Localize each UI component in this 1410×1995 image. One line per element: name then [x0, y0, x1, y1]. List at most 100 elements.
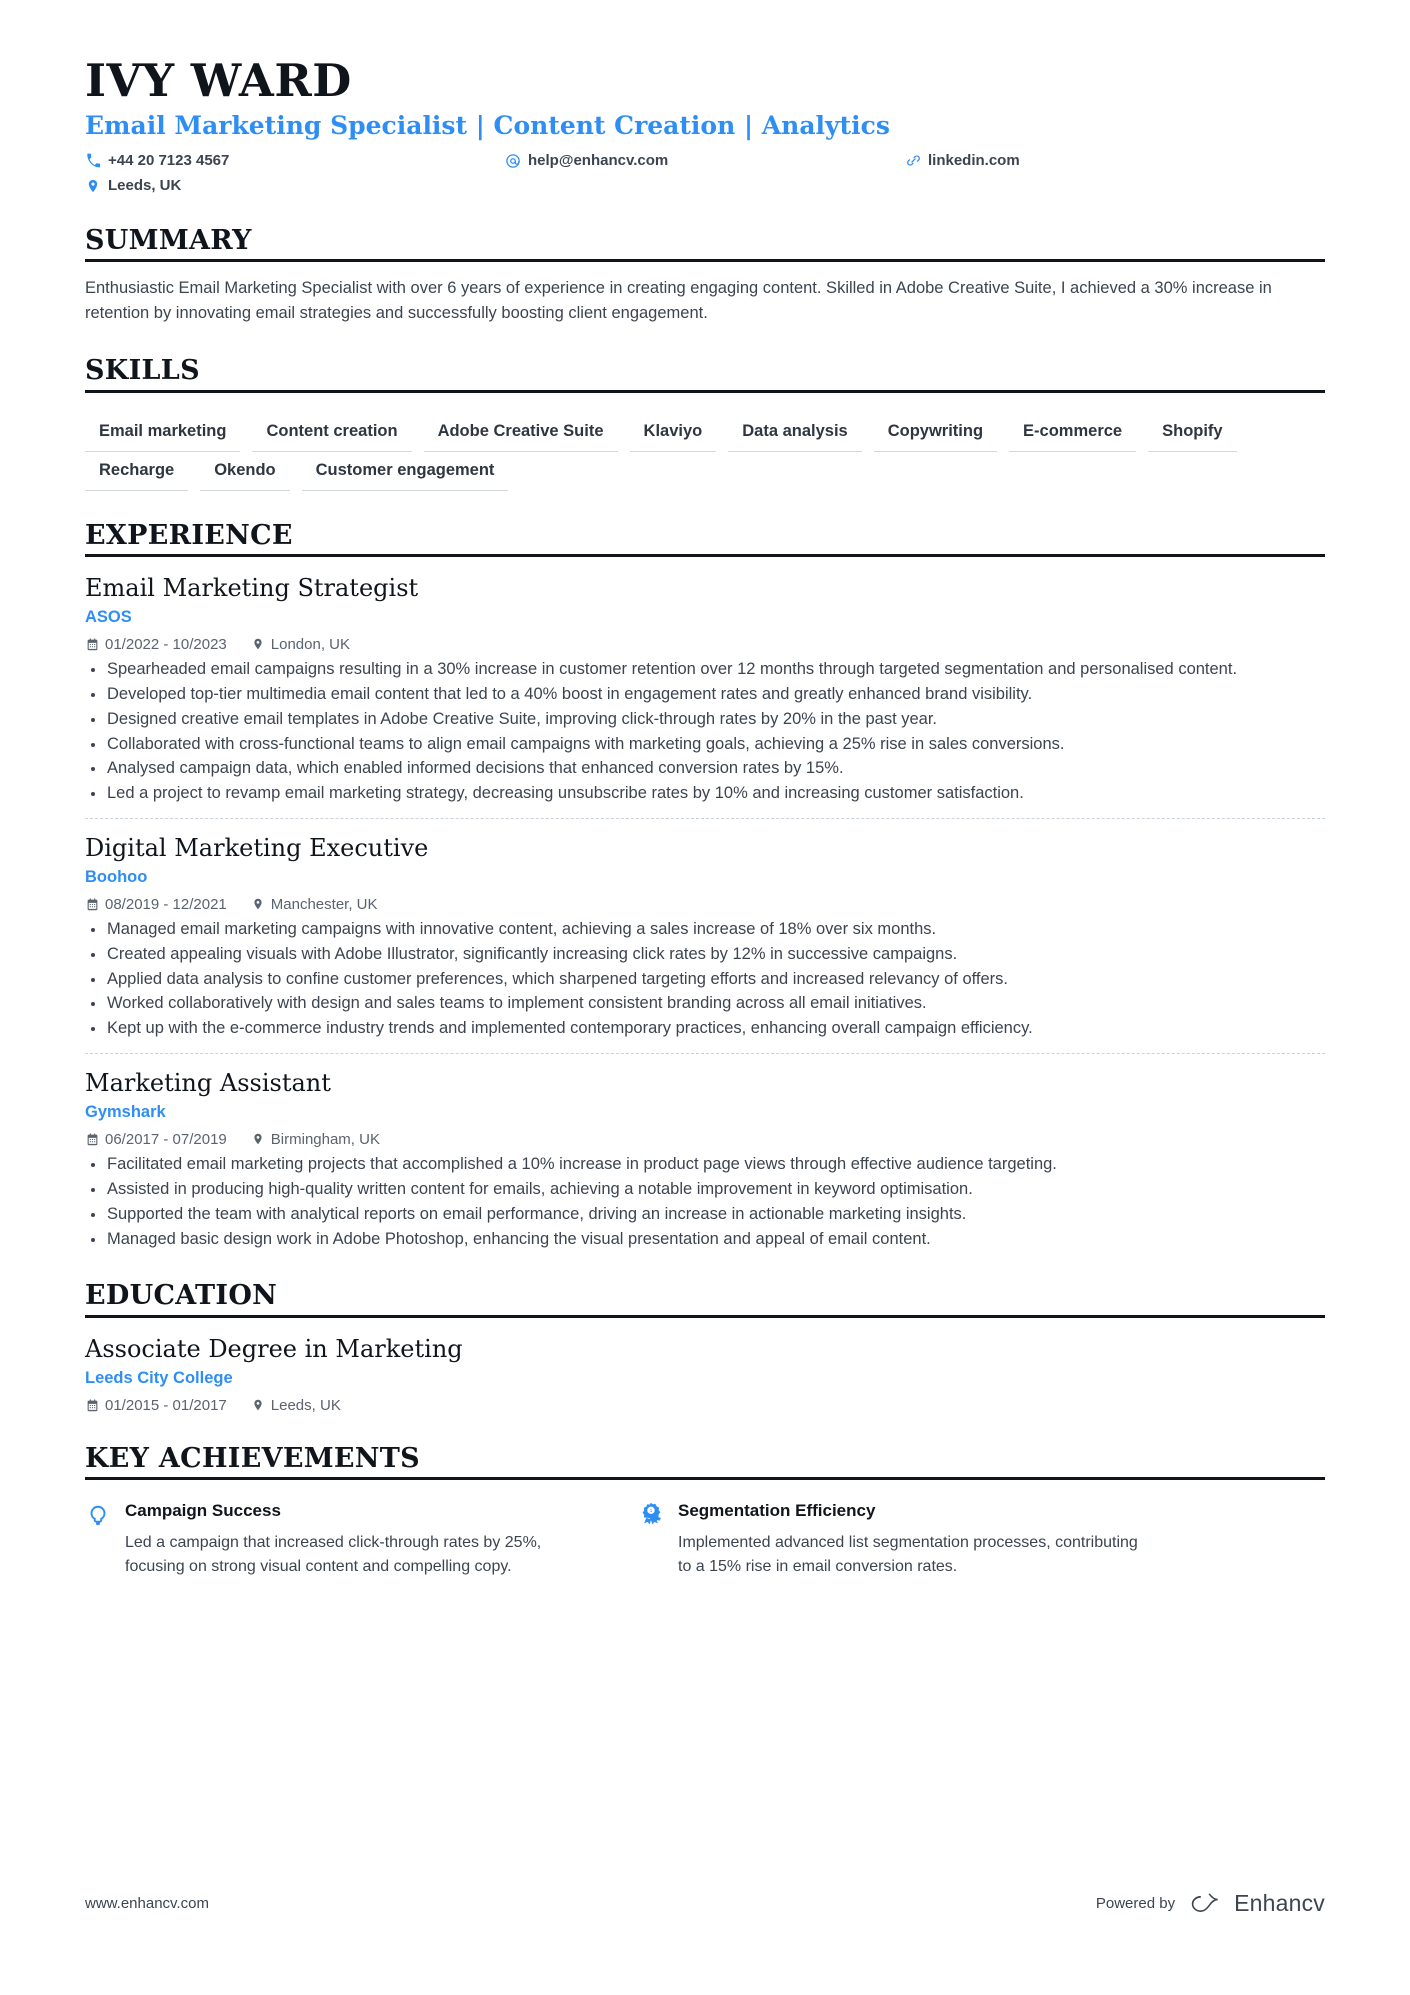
experience-title: EXPERIENCE: [85, 519, 293, 551]
section-summary: SUMMARY Enthusiastic Email Marketing Spe…: [85, 226, 1325, 326]
location-icon: [251, 637, 265, 651]
achievement-title: Segmentation Efficiency: [678, 1501, 876, 1521]
contact-link[interactable]: linkedin.com: [905, 151, 1205, 171]
experience-bullet: Managed email marketing campaigns with i…: [85, 918, 1325, 942]
contact-email-text: help@enhancv.com: [528, 151, 669, 169]
skill-tag: Copywriting: [873, 413, 998, 452]
job-location-text: Birmingham, UK: [270, 1130, 380, 1148]
enhancv-mark-icon: [1191, 1892, 1218, 1912]
summary-text: Enthusiastic Email Marketing Specialist …: [85, 279, 1272, 323]
location-icon: [85, 178, 101, 194]
degree-title: Associate Degree in Marketing: [85, 1335, 463, 1364]
achievements-grid: Campaign Success Led a campaign that incr…: [85, 1494, 1325, 1577]
award-ribbon-icon: 1: [638, 1501, 664, 1527]
job-location: Manchester, UK: [251, 896, 378, 913]
experience-bullet: Developed top-tier multimedia email cont…: [85, 683, 1325, 707]
experience-bullet: Analysed campaign data, which enabled in…: [85, 757, 1325, 781]
powered-by-label: Powered by: [1095, 1895, 1176, 1912]
calendar-icon: [85, 1398, 99, 1412]
job-title: Marketing Assistant: [85, 1069, 331, 1098]
experience-bullet: Assisted in producing high-quality writt…: [85, 1178, 1325, 1202]
experience-list: Email Marketing Strategist ASOS 01/2022 - …: [85, 571, 1325, 1251]
experience-bullets: Managed email marketing campaigns with i…: [85, 918, 1325, 1042]
experience-entry: Marketing Assistant Gymshark 06/2017 - 07/…: [85, 1053, 1325, 1251]
experience-bullet: Created appealing visuals with Adobe Ill…: [85, 943, 1325, 967]
contact-phone-text: +44 20 7123 4567: [108, 151, 230, 169]
job-dates: 01/2022 - 10/2023: [85, 636, 227, 653]
job-location-text: London, UK: [270, 635, 351, 653]
job-title: Email Marketing Strategist: [85, 574, 419, 603]
education-location-text: Leeds, UK: [270, 1396, 341, 1414]
footer-url[interactable]: www.enhancv.com: [85, 1895, 209, 1912]
job-dates-text: 08/2019 - 12/2021: [105, 895, 227, 913]
contact-phone[interactable]: +44 20 7123 4567: [85, 151, 505, 171]
skill-tag: Email marketing: [85, 413, 241, 452]
skill-tag: Recharge: [85, 452, 189, 491]
skill-tag: Shopify: [1148, 413, 1237, 452]
achievement-description: Implemented advanced list segmentation p…: [678, 1534, 1138, 1575]
footer-branding: Powered by Enhancv: [1096, 1890, 1325, 1917]
candidate-name: IVY WARD: [85, 54, 352, 107]
contact-link-text: linkedin.com: [928, 151, 1020, 169]
skill-tag: Data analysis: [728, 413, 862, 452]
phone-icon: [85, 153, 101, 169]
email-icon: [505, 153, 521, 169]
experience-bullet: Managed basic design work in Adobe Photo…: [85, 1228, 1325, 1252]
entry-meta: 08/2019 - 12/2021 Manchester, UK: [85, 896, 1325, 913]
location-icon: [251, 1398, 265, 1412]
job-dates: 06/2017 - 07/2019: [85, 1131, 227, 1148]
enhancv-logo: Enhancv: [1189, 1890, 1325, 1917]
experience-bullet: Kept up with the e-commerce industry tre…: [85, 1017, 1325, 1041]
experience-bullet: Worked collaboratively with design and s…: [85, 992, 1325, 1016]
education-location: Leeds, UK: [251, 1397, 341, 1414]
entry-meta: 01/2022 - 10/2023 London, UK: [85, 636, 1325, 653]
summary-title: SUMMARY: [85, 224, 252, 256]
svg-text:1: 1: [650, 1508, 653, 1514]
job-location: Birmingham, UK: [251, 1131, 380, 1148]
skill-tag: Customer engagement: [301, 452, 509, 491]
skill-tag: Klaviyo: [629, 413, 717, 452]
job-dates-text: 01/2022 - 10/2023: [105, 635, 227, 653]
experience-bullet: Designed creative email templates in Ado…: [85, 708, 1325, 732]
page-footer: www.enhancv.com Powered by Enhancv: [85, 1890, 1325, 1917]
section-experience: EXPERIENCE Email Marketing Strategist ASO…: [85, 519, 1325, 1252]
education-dates: 01/2015 - 01/2017: [85, 1397, 227, 1414]
experience-bullet: Applied data analysis to confine custome…: [85, 968, 1325, 992]
calendar-icon: [85, 1132, 99, 1146]
experience-entry: Email Marketing Strategist ASOS 01/2022 - …: [85, 571, 1325, 806]
lightbulb-icon: [85, 1501, 111, 1527]
achievement-body: Segmentation Efficiency Implemented advan…: [678, 1500, 1143, 1577]
education-title: EDUCATION: [85, 1280, 278, 1312]
achievements-title: KEY ACHIEVEMENTS: [85, 1442, 420, 1474]
achievement-body: Campaign Success Led a campaign that incr…: [125, 1500, 590, 1577]
job-title: Digital Marketing Executive: [85, 834, 429, 863]
enhancv-wordmark: Enhancv: [1234, 1890, 1325, 1916]
experience-bullet: Facilitated email marketing projects tha…: [85, 1153, 1325, 1177]
contact-email[interactable]: help@enhancv.com: [505, 151, 905, 171]
contact-location: Leeds, UK: [85, 176, 505, 196]
company-name[interactable]: Gymshark: [85, 1102, 1325, 1123]
experience-bullet: Supported the team with analytical repor…: [85, 1203, 1325, 1227]
achievement-description: Led a campaign that increased click-thro…: [125, 1534, 542, 1575]
company-name[interactable]: Boohoo: [85, 867, 1325, 888]
job-location-text: Manchester, UK: [270, 895, 378, 913]
skill-tag: E-commerce: [1009, 413, 1137, 452]
achievement-title: Campaign Success: [125, 1501, 281, 1521]
location-icon: [251, 897, 265, 911]
skill-tag: Okendo: [200, 452, 290, 491]
link-icon: [905, 153, 921, 169]
skills-list: Email marketing Content creation Adobe Cre…: [85, 407, 1325, 491]
experience-bullets: Spearheaded email campaigns resulting in…: [85, 658, 1325, 807]
school-name[interactable]: Leeds City College: [85, 1368, 1325, 1389]
section-achievements: KEY ACHIEVEMENTS Campaign Success Led a c…: [85, 1442, 1325, 1578]
resume-page: IVY WARD Email Marketing Specialist | Co…: [0, 0, 1410, 1995]
job-dates-text: 06/2017 - 07/2019: [105, 1130, 227, 1148]
location-icon: [251, 1132, 265, 1146]
education-entry: Associate Degree in Marketing Leeds City …: [85, 1332, 1325, 1413]
job-dates: 08/2019 - 12/2021: [85, 896, 227, 913]
skills-title: SKILLS: [85, 354, 200, 386]
company-name[interactable]: ASOS: [85, 607, 1325, 628]
contact-location-text: Leeds, UK: [108, 177, 182, 195]
entry-meta: 06/2017 - 07/2019 Birmingham, UK: [85, 1131, 1325, 1148]
experience-bullet: Led a project to revamp email marketing …: [85, 782, 1325, 806]
